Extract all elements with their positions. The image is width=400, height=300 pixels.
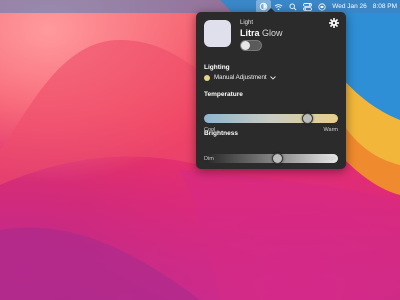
brightness-title: Brightness <box>204 130 238 137</box>
menubar-date[interactable]: Wed Jan 26 <box>329 3 370 10</box>
temperature-title: Temperature <box>204 91 243 98</box>
device-name: Litra Glow <box>240 28 283 38</box>
siri-icon <box>318 2 326 11</box>
chevron-down-icon <box>269 75 276 80</box>
gear-icon[interactable] <box>329 18 339 28</box>
power-toggle-knob <box>241 41 250 50</box>
search-icon <box>289 3 297 11</box>
control-center-icon <box>303 2 313 11</box>
device-thumbnail <box>204 20 231 47</box>
warm-dot-icon <box>204 74 210 81</box>
temperature-slider[interactable] <box>204 112 338 124</box>
brightness-slider[interactable] <box>204 152 338 164</box>
lighting-title: Lighting <box>204 64 230 71</box>
lighting-mode-label: Manual Adjustment <box>214 74 267 81</box>
menubar-time[interactable]: 8:08 PM <box>370 3 400 10</box>
power-toggle[interactable] <box>240 40 262 51</box>
temperature-max-label: Warm <box>323 127 338 133</box>
device-name-light: Glow <box>262 28 283 38</box>
brightness-min-label: Dim <box>204 156 214 162</box>
brightness-slider-knob[interactable] <box>271 152 283 164</box>
device-type-label: Light <box>240 20 254 26</box>
litra-popover: Light Litra Glow Lighting Manual Adjustm… <box>196 8 346 169</box>
device-name-bold: Litra <box>240 28 260 38</box>
lighting-mode-dropdown[interactable]: Manual Adjustment <box>204 74 276 81</box>
temperature-slider-knob[interactable] <box>302 112 314 124</box>
brightness-max-label: Bright <box>323 156 338 162</box>
